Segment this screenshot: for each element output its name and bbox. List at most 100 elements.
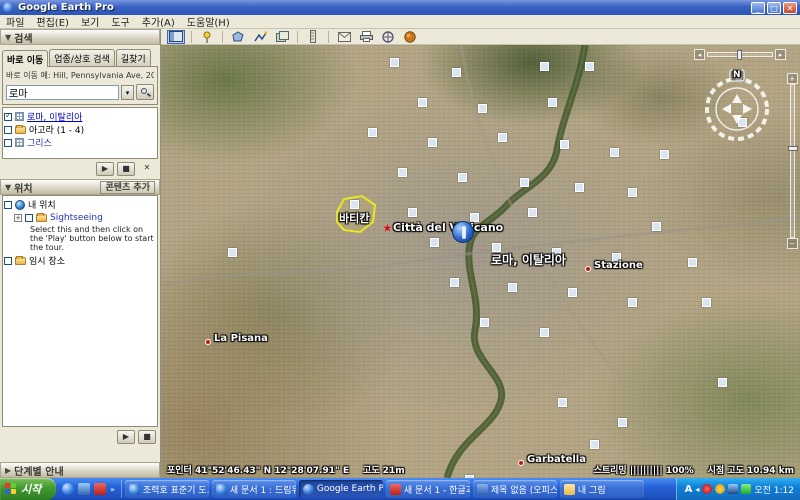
add-path-button[interactable] — [251, 30, 269, 44]
tilt-handle[interactable] — [737, 50, 742, 60]
result-label[interactable]: 그리스 — [27, 136, 52, 149]
result-label[interactable]: 아고라 (1 - 4) — [29, 123, 84, 136]
photo-icon[interactable] — [390, 58, 399, 67]
close-button[interactable]: ✕ — [783, 2, 797, 14]
search-result-agora[interactable]: 아고라 (1 - 4) — [4, 123, 156, 136]
my-places-item[interactable]: 내 위치 — [4, 198, 156, 211]
photo-icon[interactable] — [688, 258, 697, 267]
menu-edit[interactable]: 편집(E) — [36, 14, 69, 29]
my-places-label[interactable]: 내 위치 — [28, 198, 56, 211]
menu-add[interactable]: 추가(A) — [142, 14, 175, 29]
vatican-star-placemark[interactable]: ★ — [382, 221, 393, 235]
tab-fly-to[interactable]: 바로 이동 — [2, 50, 48, 67]
la-pisana-placemark[interactable] — [205, 339, 211, 345]
messenger-quicklaunch-icon[interactable] — [78, 483, 90, 495]
print-button[interactable] — [357, 30, 375, 44]
add-polygon-button[interactable] — [229, 30, 247, 44]
vatican-city-label[interactable]: Città del Vaticano — [393, 221, 503, 234]
menu-tools[interactable]: 도구 — [111, 14, 129, 29]
photo-icon[interactable] — [450, 278, 459, 287]
photo-icon[interactable] — [560, 140, 569, 149]
photo-icon[interactable] — [540, 328, 549, 337]
zoom-handle[interactable] — [788, 146, 798, 151]
photo-icon[interactable] — [480, 318, 489, 327]
pen-tray-icon[interactable] — [741, 484, 751, 494]
photo-icon[interactable] — [575, 183, 584, 192]
add-placemark-button[interactable] — [198, 30, 216, 44]
checkbox-icon[interactable] — [25, 214, 33, 222]
photo-icon[interactable] — [540, 62, 549, 71]
la-pisana-label[interactable]: La Pisana — [214, 333, 268, 344]
search-result-greece[interactable]: 그리스 — [4, 136, 156, 149]
photo-icon[interactable] — [398, 168, 407, 177]
photo-icon[interactable] — [452, 68, 461, 77]
start-button[interactable]: 시작 — [0, 478, 56, 500]
photo-icon[interactable] — [368, 128, 377, 137]
tilt-slider[interactable]: ◂ ▸ — [694, 48, 786, 60]
play-tour-button[interactable]: ▶ — [96, 162, 114, 176]
search-button[interactable] — [136, 84, 154, 100]
ime-indicator[interactable]: A — [685, 484, 693, 495]
tab-find-business[interactable]: 업종/상호 검색 — [49, 49, 115, 66]
photo-icon[interactable] — [418, 98, 427, 107]
sightseeing-item[interactable]: + Sightseeing — [14, 211, 156, 224]
photo-icon[interactable] — [618, 418, 627, 427]
zoom-slider[interactable]: + − — [786, 73, 798, 249]
view-in-maps-button[interactable] — [379, 30, 397, 44]
photo-icon[interactable] — [458, 173, 467, 182]
checkbox-icon[interactable] — [4, 257, 12, 265]
city-poi-icon[interactable] — [452, 221, 474, 243]
temporary-places-item[interactable]: 임시 장소 — [4, 254, 156, 267]
task-button-my-pictures[interactable]: 내 그림 — [560, 480, 644, 498]
security-tray-icon[interactable] — [702, 484, 712, 494]
toggle-sidebar-button[interactable] — [167, 30, 185, 44]
map-viewport[interactable]: 바티칸 ★ Città del Vaticano 로마, 이탈리아 Stazio… — [161, 45, 800, 478]
tilt-right-button[interactable]: ▸ — [775, 49, 786, 60]
photo-icon[interactable] — [478, 104, 487, 113]
photo-icon[interactable] — [590, 440, 599, 449]
stop-tour-button[interactable]: ■ — [138, 430, 156, 444]
menu-view[interactable]: 보기 — [81, 14, 99, 29]
vatican-area-label[interactable]: 바티칸 — [339, 210, 369, 226]
task-button-5[interactable]: 제목 없음 (오피스)... — [473, 480, 557, 498]
minimize-button[interactable]: _ — [751, 2, 765, 14]
photo-icon[interactable] — [430, 238, 439, 247]
quicklaunch-chevron-icon[interactable]: » — [110, 485, 115, 494]
photo-icon[interactable] — [610, 148, 619, 157]
photo-icon[interactable] — [702, 298, 711, 307]
photo-icon[interactable] — [568, 288, 577, 297]
play-tour-button[interactable]: ▶ — [117, 430, 135, 444]
photo-icon[interactable] — [558, 398, 567, 407]
temporary-places-label[interactable]: 임시 장소 — [29, 254, 65, 267]
menu-help[interactable]: 도움말(H) — [187, 14, 230, 29]
result-label[interactable]: 로마, 이탈리아 — [27, 110, 82, 123]
search-panel-header[interactable]: ▼ 검색 — [0, 29, 160, 45]
ie-quicklaunch-icon[interactable] — [62, 483, 74, 495]
stop-button[interactable]: ■ — [117, 162, 135, 176]
clear-results-button[interactable]: ✕ — [138, 162, 156, 176]
photo-icon[interactable] — [660, 150, 669, 159]
photo-icon[interactable] — [350, 200, 359, 209]
checkbox-icon[interactable] — [4, 201, 12, 209]
photo-icon[interactable] — [528, 208, 537, 217]
stazione-label[interactable]: Stazione — [594, 260, 643, 271]
checkbox-checked-icon[interactable] — [4, 113, 12, 121]
network-tray-icon[interactable] — [728, 484, 738, 494]
stazione-placemark[interactable] — [585, 266, 591, 272]
hwp-quicklaunch-icon[interactable] — [94, 483, 106, 495]
tray-chevron-icon[interactable]: ◂ — [695, 485, 699, 494]
zoom-track[interactable] — [790, 84, 795, 238]
search-input[interactable] — [6, 85, 119, 100]
ruler-button[interactable] — [304, 30, 322, 44]
zoom-in-button[interactable]: + — [787, 73, 798, 84]
photo-icon[interactable] — [628, 298, 637, 307]
checkbox-icon[interactable] — [4, 139, 12, 147]
photo-icon[interactable] — [428, 138, 437, 147]
task-button-4[interactable]: 새 문서 1 - 한글과... — [386, 480, 470, 498]
clock-tray-icon[interactable] — [715, 484, 725, 494]
checkbox-icon[interactable] — [4, 126, 12, 134]
photo-icon[interactable] — [628, 188, 637, 197]
add-image-overlay-button[interactable] — [273, 30, 291, 44]
photo-icon[interactable] — [652, 222, 661, 231]
task-button-1[interactable]: 조력호 표준기 도... — [125, 480, 209, 498]
